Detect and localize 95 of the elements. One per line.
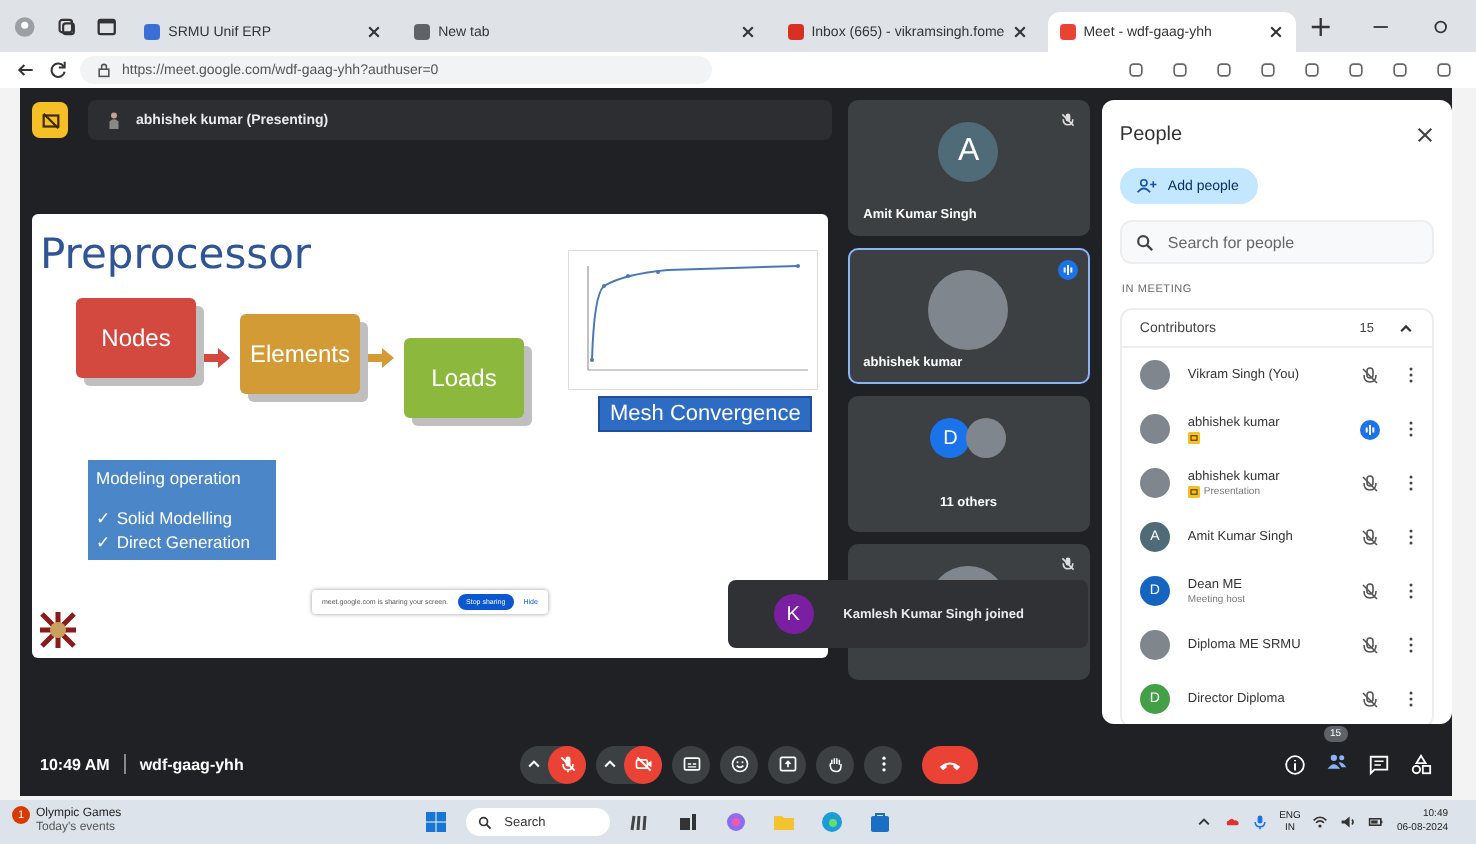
favicon-icon xyxy=(414,24,431,40)
captions-button[interactable] xyxy=(672,745,710,783)
modeling-item: ✓ Direct Generation xyxy=(96,530,252,554)
search-field[interactable]: Search for people xyxy=(1119,220,1434,264)
toolbar-icon[interactable] xyxy=(1346,60,1366,80)
favicon-icon xyxy=(144,24,161,40)
avatar: K xyxy=(773,594,814,634)
new-tab-icon[interactable] xyxy=(1309,15,1332,37)
captions-icon xyxy=(681,754,701,774)
app-icon[interactable] xyxy=(676,810,701,834)
camera-button[interactable] xyxy=(624,745,662,783)
emblem-icon xyxy=(38,610,78,650)
chat-icon[interactable] xyxy=(1368,753,1390,775)
add-person-icon xyxy=(1135,178,1158,194)
caret-icon[interactable] xyxy=(1398,320,1414,336)
back-icon[interactable] xyxy=(16,60,36,80)
slide-title: Preprocessor xyxy=(40,230,312,278)
caret-icon[interactable] xyxy=(526,756,542,772)
avatar-photo xyxy=(1139,414,1170,444)
presenting-icon xyxy=(1187,485,1200,497)
close-icon[interactable] xyxy=(1267,24,1284,40)
avatar-photo xyxy=(928,270,1009,350)
avatar-photo xyxy=(966,418,1007,458)
phone-icon xyxy=(938,757,962,771)
toolbar-icon[interactable] xyxy=(1434,60,1454,80)
info-icon[interactable] xyxy=(1284,753,1306,775)
emoji-button[interactable] xyxy=(720,745,758,783)
camera-off-icon xyxy=(633,754,653,774)
speaking-icon xyxy=(1057,260,1078,280)
microphone-icon[interactable] xyxy=(1251,814,1268,830)
modeling-heading: Modeling operation xyxy=(96,466,243,490)
windows-start-icon[interactable] xyxy=(424,810,449,834)
present-button[interactable] xyxy=(768,745,806,783)
avatar-photo xyxy=(1139,468,1170,498)
leave-call-button[interactable] xyxy=(922,745,978,783)
avatar-photo xyxy=(1139,360,1170,390)
hand-icon xyxy=(825,754,845,774)
step-block: Loads xyxy=(404,338,524,418)
close-icon[interactable] xyxy=(1416,125,1434,143)
search-icon xyxy=(478,815,493,829)
wifi-icon[interactable] xyxy=(1312,814,1329,830)
presentation-icon[interactable] xyxy=(32,102,68,138)
favicon-icon xyxy=(1059,24,1076,40)
lock-icon xyxy=(96,62,112,78)
reload-icon[interactable] xyxy=(48,60,68,80)
step-block: Nodes xyxy=(76,298,196,378)
chart-caption: Mesh Convergence xyxy=(598,396,813,432)
more-icon[interactable] xyxy=(1408,420,1414,438)
step-block: Elements xyxy=(240,314,360,394)
avatar-photo xyxy=(1139,630,1170,660)
more-icon[interactable] xyxy=(1408,690,1414,708)
modeling-item: ✓ Solid Modelling xyxy=(96,506,235,530)
favicon-icon xyxy=(787,24,804,40)
toolbar-icon[interactable] xyxy=(1302,60,1322,80)
workspaces-icon[interactable] xyxy=(55,15,77,37)
microphone-button[interactable] xyxy=(548,745,586,783)
meeting-time: 10:49 AM xyxy=(40,755,110,773)
restore-icon[interactable] xyxy=(1430,15,1452,37)
toolbar-icon[interactable] xyxy=(1258,60,1278,80)
close-icon[interactable] xyxy=(366,24,383,40)
hand-button[interactable] xyxy=(816,745,854,783)
more-icon[interactable] xyxy=(1408,474,1414,492)
more-icon[interactable] xyxy=(1408,636,1414,654)
microphone-off-icon xyxy=(557,754,577,774)
more-icon[interactable] xyxy=(1408,582,1414,600)
toolbar-icon[interactable] xyxy=(1170,60,1190,80)
volume-icon[interactable] xyxy=(1340,814,1357,830)
arrow-icon xyxy=(204,346,232,370)
profile-icon[interactable] xyxy=(14,15,36,37)
more-icon[interactable] xyxy=(1408,366,1414,384)
arrow-icon xyxy=(368,346,396,370)
person-icon xyxy=(108,110,120,130)
caret-icon[interactable] xyxy=(602,756,618,772)
toolbar-icon[interactable] xyxy=(1390,60,1410,80)
more-icon[interactable] xyxy=(1408,528,1414,546)
avatar: A xyxy=(938,122,999,182)
avatar: D xyxy=(930,418,971,458)
emoji-icon xyxy=(729,754,749,774)
search-icon xyxy=(1135,234,1154,252)
meeting-code: wdf-gaag-yhh xyxy=(139,755,244,773)
cloud-icon[interactable] xyxy=(1223,814,1240,830)
toolbar-icon[interactable] xyxy=(1214,60,1234,80)
more-button[interactable] xyxy=(864,745,902,783)
close-icon[interactable] xyxy=(1011,24,1028,40)
battery-icon[interactable] xyxy=(1368,814,1385,830)
presenting-icon xyxy=(1187,431,1200,443)
activities-icon[interactable] xyxy=(1410,753,1432,775)
people-icon[interactable] xyxy=(1326,750,1348,772)
store-icon[interactable] xyxy=(868,810,893,834)
toolbar-icon[interactable] xyxy=(1126,60,1146,80)
caret-icon[interactable] xyxy=(1195,814,1212,830)
tab-actions-icon[interactable] xyxy=(96,15,119,37)
close-icon[interactable] xyxy=(739,24,756,40)
panel-title: People xyxy=(1119,123,1183,145)
present-screen-icon xyxy=(777,754,797,774)
